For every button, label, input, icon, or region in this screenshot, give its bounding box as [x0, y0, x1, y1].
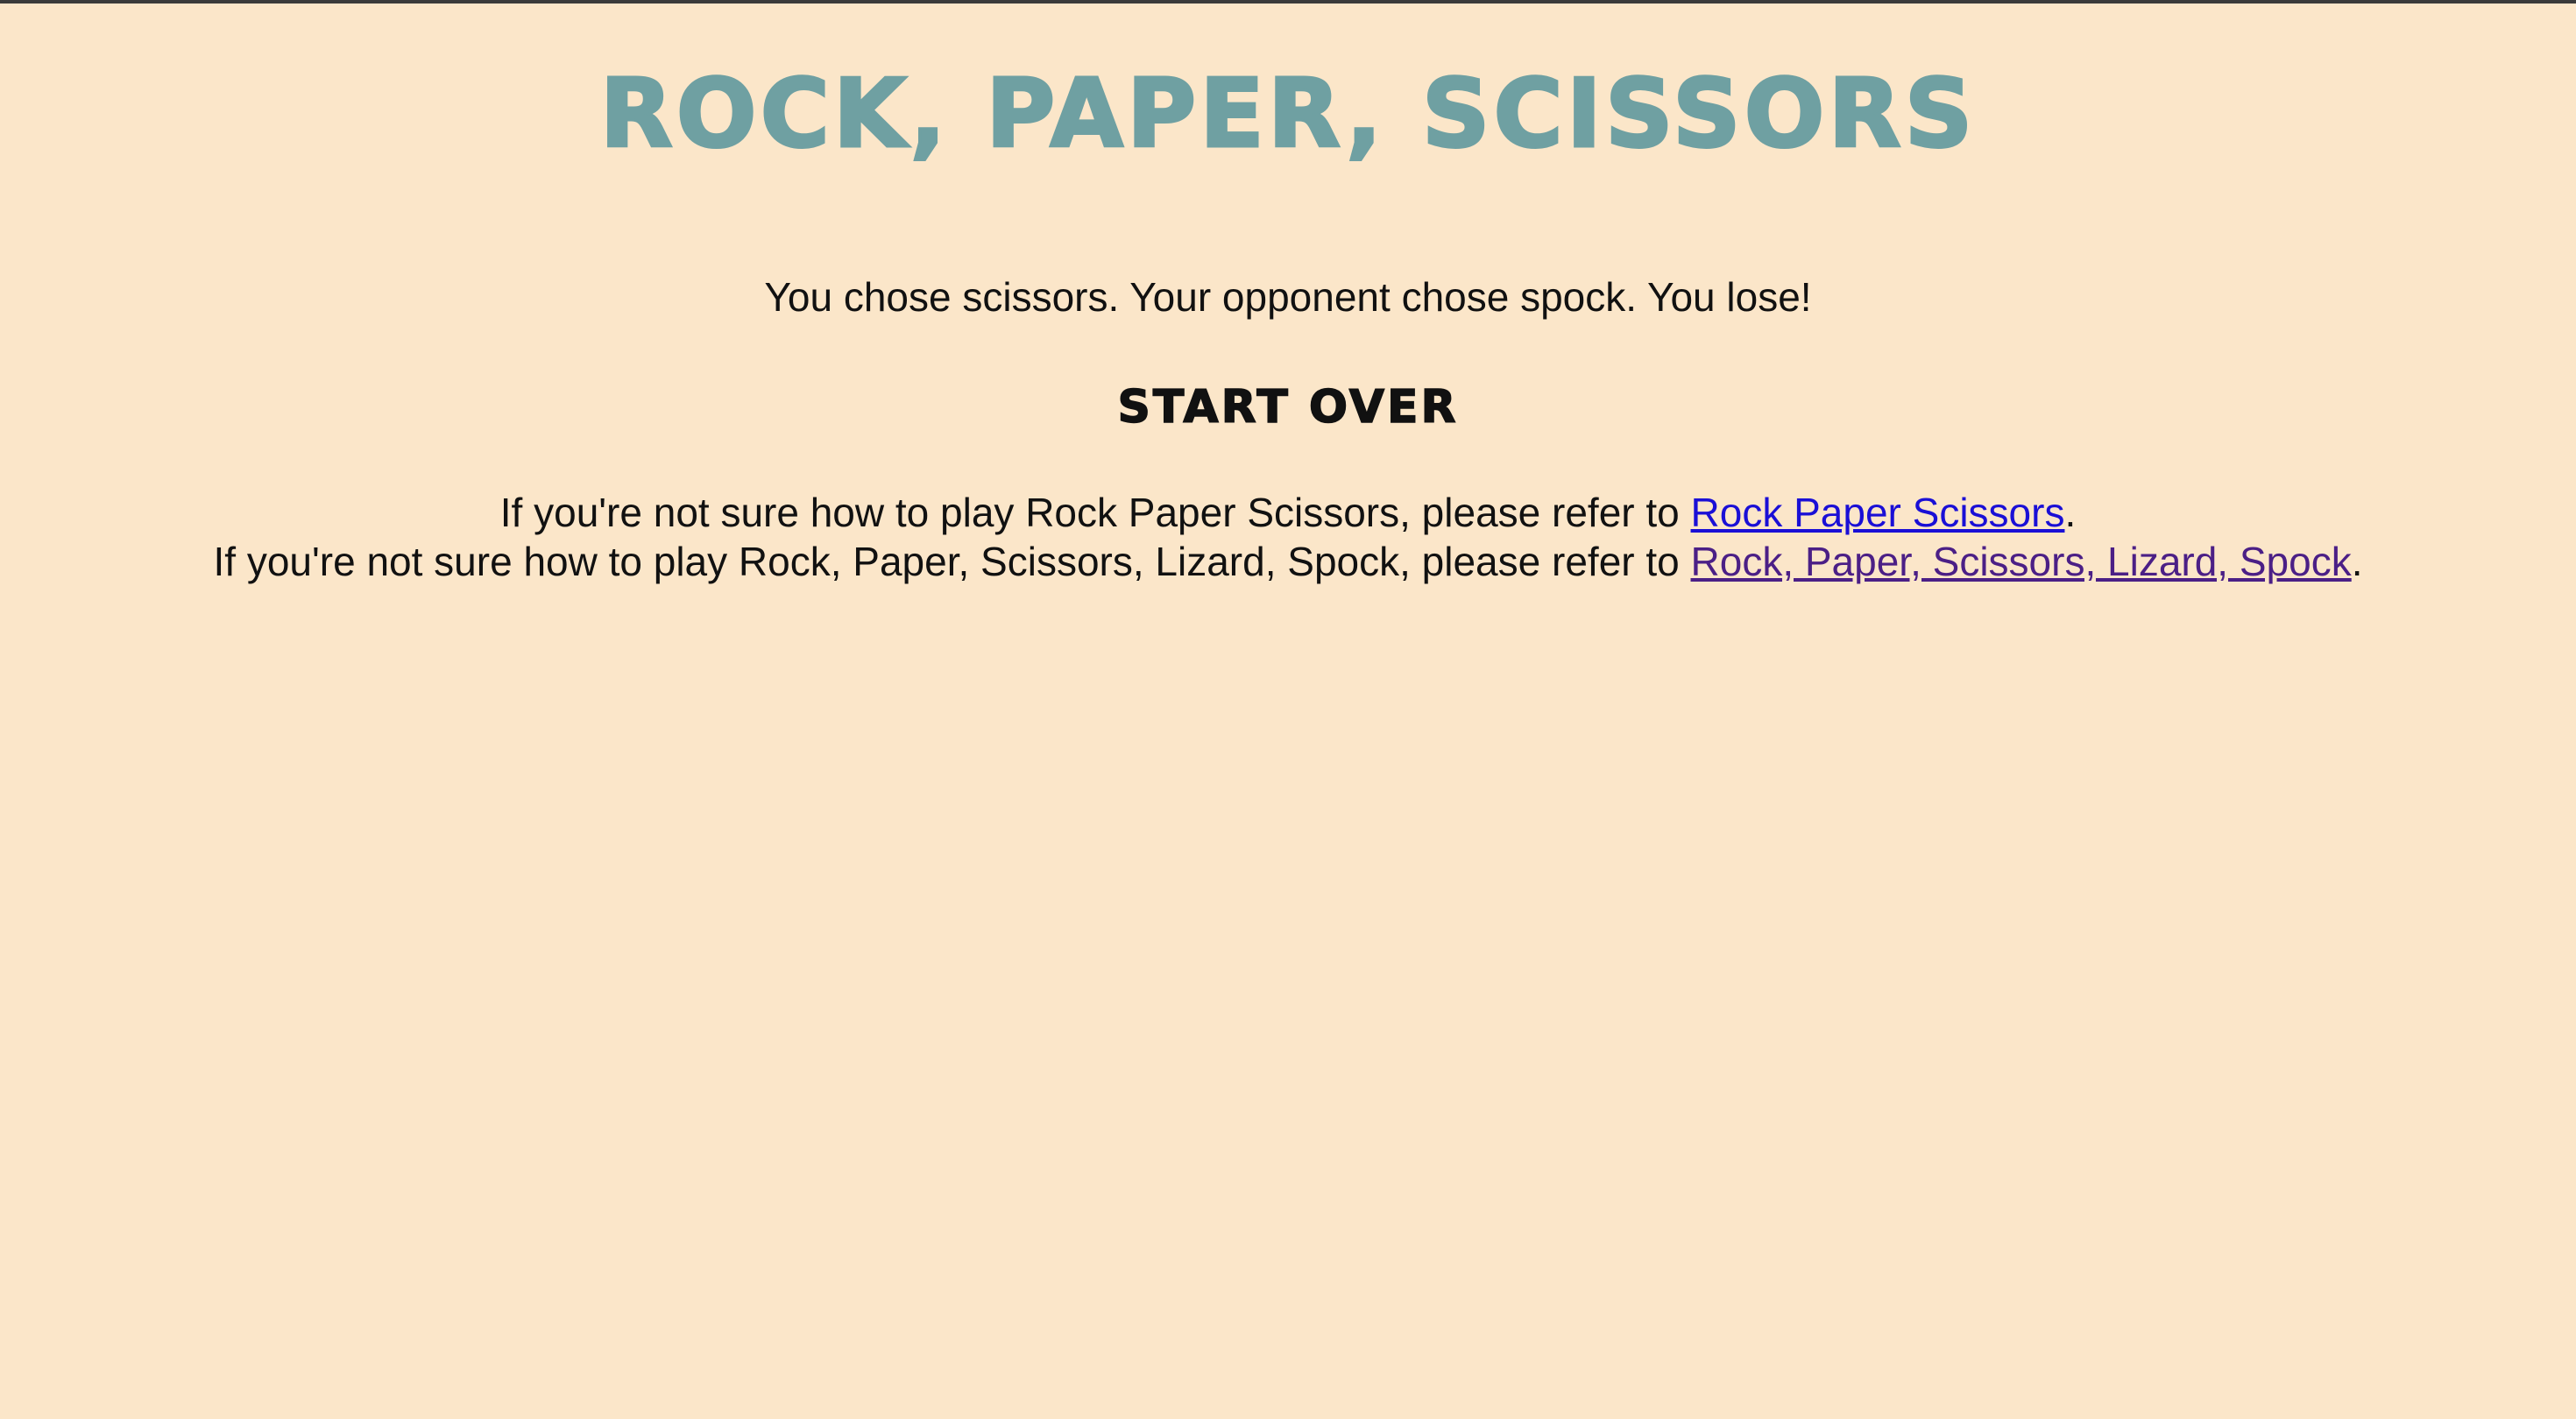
page-title: ROCK, PAPER, SCISSORS [598, 59, 1977, 171]
help-text: If you're not sure how to play Rock Pape… [0, 488, 2576, 586]
rpsls-rules-link[interactable]: Rock, Paper, Scissors, Lizard, Spock [1691, 539, 2352, 584]
help-line-rpsls: If you're not sure how to play Rock, Pap… [0, 537, 2576, 586]
start-over-container: START OVER [0, 321, 2576, 434]
help-line-rps-prefix: If you're not sure how to play Rock Pape… [499, 489, 1691, 535]
help-line-rpsls-suffix: . [2351, 538, 2363, 584]
help-line-rps: If you're not sure how to play Rock Pape… [0, 488, 2576, 537]
page: ROCK, PAPER, SCISSORS You chose scissors… [0, 4, 2576, 586]
result-message: You chose scissors. Your opponent chose … [764, 273, 1812, 320]
help-line-rps-suffix: . [2064, 489, 2077, 535]
rps-rules-link[interactable]: Rock Paper Scissors [1691, 490, 2065, 535]
start-over-button[interactable]: START OVER [1117, 380, 1458, 434]
help-line-rpsls-prefix: If you're not sure how to play Rock, Pap… [213, 538, 1691, 584]
